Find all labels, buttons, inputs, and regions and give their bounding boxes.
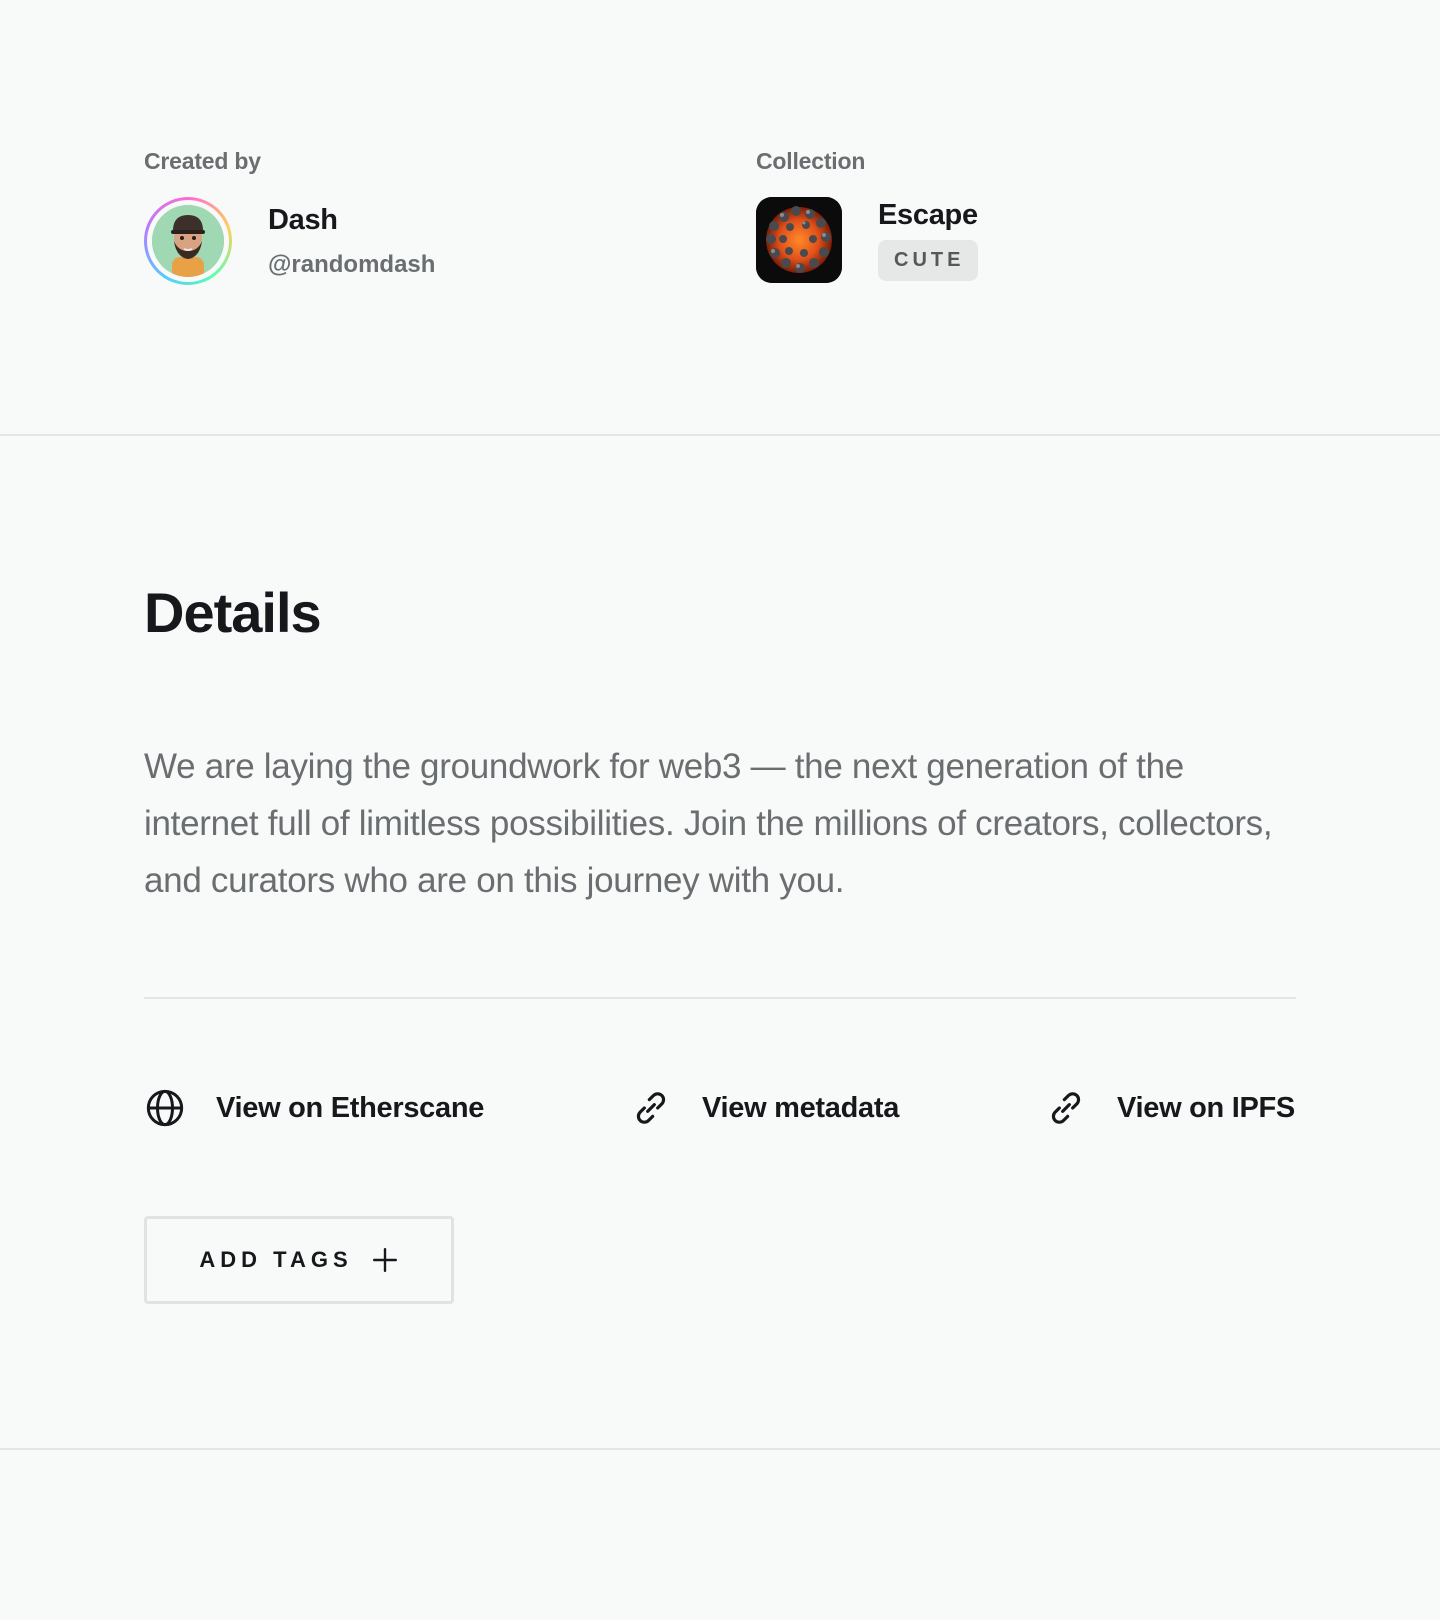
creator-name[interactable]: Dash <box>268 204 435 237</box>
avatar-image <box>152 205 224 277</box>
details-description: We are laying the groundwork for web3 — … <box>144 747 1273 900</box>
add-tags-button[interactable]: ADD TAGS <box>144 1216 454 1304</box>
creator-row[interactable]: Dash @randomdash <box>144 197 435 285</box>
collection-row[interactable]: Escape CUTE <box>756 197 979 283</box>
creator-handle[interactable]: @randomdash <box>268 251 435 279</box>
view-metadata-link[interactable]: View metadata <box>630 1084 899 1132</box>
globe-icon <box>144 1087 186 1129</box>
avatar-3d-man-icon <box>152 205 224 277</box>
collection-name[interactable]: Escape <box>878 199 978 232</box>
details-title: Details <box>144 581 322 644</box>
plus-icon <box>371 1246 399 1274</box>
view-on-etherscan-label: View on Etherscane <box>216 1091 485 1124</box>
creator-block: Created by Dash @randomdash <box>144 148 435 285</box>
created-by-label: Created by <box>144 148 261 174</box>
view-on-etherscan-link[interactable]: View on Etherscane <box>144 1084 484 1132</box>
view-on-ipfs-link[interactable]: View on IPFS <box>1045 1084 1295 1132</box>
view-metadata-label: View metadata <box>702 1091 900 1124</box>
link-icon <box>1045 1087 1087 1129</box>
bottom-divider <box>0 1448 1440 1450</box>
orange-sphere-art-icon <box>756 197 842 283</box>
add-tags-label: ADD TAGS <box>199 1247 353 1272</box>
creator-collection-section: Created by Dash @randomdash Collection E… <box>0 0 1440 436</box>
link-icon <box>630 1087 672 1129</box>
collection-thumbnail[interactable] <box>756 197 842 283</box>
collection-badge: CUTE <box>878 240 979 281</box>
avatar[interactable] <box>144 197 232 285</box>
view-on-ipfs-label: View on IPFS <box>1117 1091 1295 1124</box>
external-links: View on Etherscane View metadata View on… <box>144 1084 1296 1132</box>
collection-block: Collection Escape CUTE <box>756 148 979 283</box>
details-divider <box>144 997 1296 999</box>
collection-label: Collection <box>756 148 866 174</box>
